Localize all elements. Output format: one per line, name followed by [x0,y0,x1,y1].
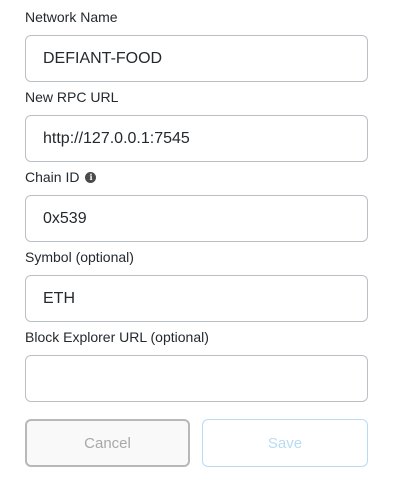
network-name-input[interactable] [25,35,368,82]
block-explorer-label: Block Explorer URL (optional) [25,329,209,345]
rpc-url-label-text: New RPC URL [25,89,119,105]
info-icon[interactable]: i [85,171,97,183]
block-explorer-label-text: Block Explorer URL (optional) [25,329,209,345]
symbol-input[interactable] [25,275,368,322]
rpc-url-input[interactable] [25,115,368,162]
network-settings-form: Network Name New RPC URL Chain ID i Symb… [0,0,404,485]
cancel-button[interactable]: Cancel [25,419,190,467]
network-name-label: Network Name [25,9,118,25]
chain-id-label-text: Chain ID [25,169,80,185]
chain-id-input[interactable] [25,195,368,242]
rpc-url-label: New RPC URL [25,89,118,105]
save-button[interactable]: Save [202,419,368,467]
block-explorer-input[interactable] [25,355,368,402]
network-name-label-text: Network Name [25,9,118,25]
symbol-label: Symbol (optional) [25,249,134,265]
chain-id-label: Chain ID i [25,169,97,185]
symbol-label-text: Symbol (optional) [25,249,134,265]
